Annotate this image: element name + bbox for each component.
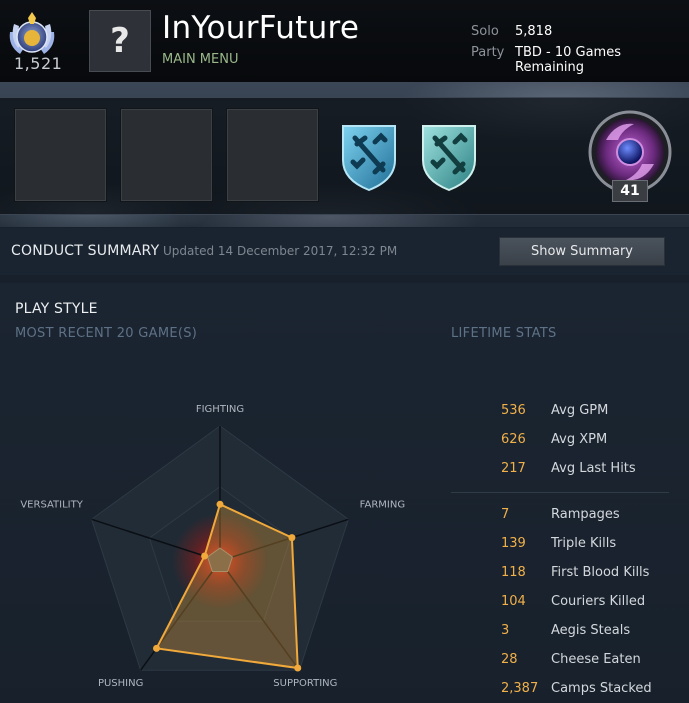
stat-label: Aegis Steals [551, 623, 631, 638]
stat-label: Avg GPM [551, 403, 609, 418]
stat-label: Cheese Eaten [551, 652, 641, 667]
level-number: 41 [612, 180, 648, 202]
radar-point [201, 552, 209, 560]
stat-value: 139 [501, 536, 526, 551]
radar-point [288, 534, 296, 542]
empty-medal-slot[interactable] [226, 108, 319, 202]
stat-row: 2,387 Camps Stacked [451, 681, 681, 703]
lifetime-stats-label: LIFETIME STATS [451, 326, 557, 341]
radar-point [153, 644, 161, 652]
stat-value: 7 [501, 507, 510, 522]
radar-axis-label: VERSATILITY [20, 499, 83, 510]
stat-label: Triple Kills [551, 536, 617, 551]
stat-row: 536 Avg GPM [451, 403, 681, 425]
dota-shield-icon[interactable] [419, 120, 479, 192]
stat-value: 104 [501, 594, 526, 609]
empty-medal-slot[interactable] [120, 108, 213, 202]
radar-axis-label: SUPPORTING [273, 678, 337, 688]
conduct-updated-timestamp: Updated 14 December 2017, 12:32 PM [163, 244, 398, 258]
solo-mmr-value: 5,818 [515, 24, 553, 39]
stat-row: 217 Avg Last Hits [451, 461, 681, 483]
dota-shield-icon[interactable] [339, 120, 399, 192]
stat-row: 104 Couriers Killed [451, 594, 681, 616]
stat-row: 626 Avg XPM [451, 432, 681, 454]
party-mmr-label: Party [471, 45, 505, 60]
stat-row: 3 Aegis Steals [451, 623, 681, 645]
radar-axis-label: PUSHING [98, 678, 143, 688]
radar-axis-label: FIGHTING [196, 404, 244, 415]
stat-label: Couriers Killed [551, 594, 646, 609]
stat-label: Avg Last Hits [551, 461, 636, 476]
stat-value: 536 [501, 403, 526, 418]
stats-divider [451, 492, 669, 493]
rank-number: 1,521 [14, 54, 63, 73]
solo-mmr-label: Solo [471, 24, 499, 39]
stat-value: 118 [501, 565, 526, 580]
stat-row: 139 Triple Kills [451, 536, 681, 558]
player-name: InYourFuture [162, 10, 360, 46]
playstyle-radar-chart: FIGHTING FARMING SUPPORTING PUSHING VERSATIL… [20, 404, 405, 688]
stat-value: 28 [501, 652, 518, 667]
stat-value: 626 [501, 432, 526, 447]
conduct-summary-title: CONDUCT SUMMARY [11, 243, 160, 259]
stat-row: 28 Cheese Eaten [451, 652, 681, 674]
radar-axis-label: FARMING [360, 499, 405, 510]
empty-medal-slot[interactable] [14, 108, 107, 202]
show-summary-button[interactable]: Show Summary [499, 237, 665, 266]
stat-row: 7 Rampages [451, 507, 681, 529]
stat-value: 3 [501, 623, 510, 638]
playstyle-title: PLAY STYLE [15, 301, 98, 317]
party-mmr-value: TBD - 10 Games Remaining [515, 45, 621, 75]
stat-value: 217 [501, 461, 526, 476]
recent-games-label: MOST RECENT 20 GAME(S) [15, 326, 198, 341]
stat-label: Avg XPM [551, 432, 608, 447]
stat-value: 2,387 [501, 681, 539, 696]
radar-point [294, 664, 302, 672]
rank-medal-icon[interactable] [6, 10, 58, 60]
stat-label: First Blood Kills [551, 565, 650, 580]
stat-label: Rampages [551, 507, 620, 522]
stat-row: 118 First Blood Kills [451, 565, 681, 587]
main-menu-label[interactable]: MAIN MENU [162, 52, 238, 67]
avatar[interactable]: ? [89, 10, 151, 72]
radar-point [216, 500, 224, 508]
stat-label: Camps Stacked [551, 681, 652, 696]
